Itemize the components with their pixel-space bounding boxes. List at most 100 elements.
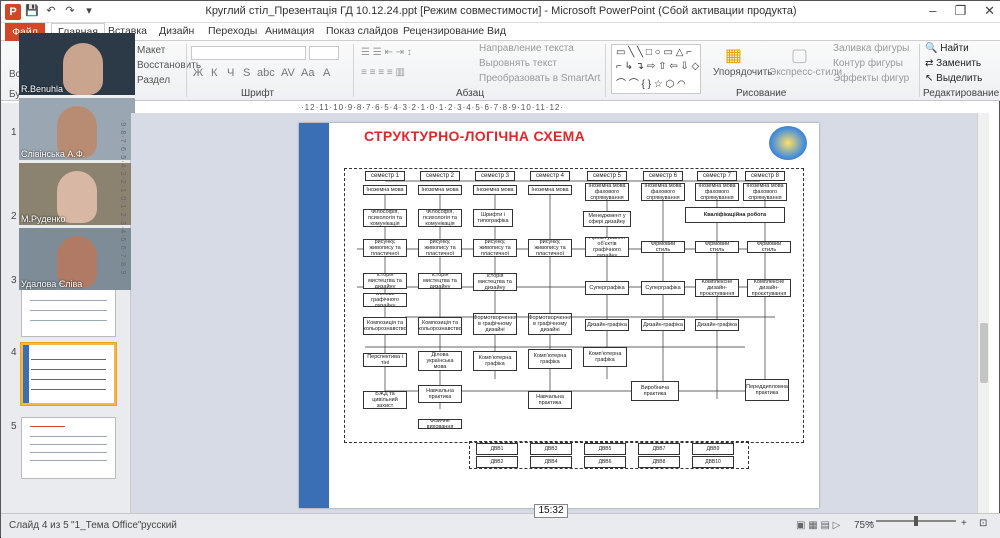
font-color-button[interactable]: A	[323, 67, 330, 79]
diagram-node: Комплексне дизайн-проєктування	[695, 279, 739, 297]
zoom-in-icon[interactable]: +	[961, 518, 967, 529]
participant-name: R.Benuhla	[21, 84, 64, 94]
list-buttons[interactable]: ☰ ☰ ⇤ ⇥ ↕	[361, 47, 412, 58]
diagram-node: Фізичне виховання	[418, 419, 462, 429]
tab-slideshow[interactable]: Показ слайдов	[326, 25, 398, 37]
arrange-icon: ▦	[725, 45, 743, 65]
diagram-node: Основи рисунку, живопису та пластичної а…	[363, 239, 407, 257]
layout-button[interactable]: Макет	[137, 45, 165, 56]
diagram-node: Іноземна мова	[473, 185, 517, 195]
diagram-node: Шрифти і типографіка	[473, 209, 513, 227]
slide-title: СТРУКТУРНО-ЛОГІЧНА СХЕМА	[364, 128, 586, 144]
diagram-node: Перспектива і тіні	[363, 353, 407, 367]
semester-header: семестр 6	[643, 171, 683, 181]
diagram-node: Іноземна мова фахового спрямування	[743, 183, 787, 201]
replace-label: Заменить	[936, 58, 982, 69]
tab-review[interactable]: Рецензирование	[403, 25, 484, 37]
diagram-node: Основи рисунку, живопису та пластичної а…	[418, 239, 462, 257]
ribbon-tabs: Файл Главная Вставка Дизайн Переходы Ани…	[1, 23, 1000, 41]
diagram-node: Комп'ютерна графіка	[528, 349, 572, 369]
diagram-node: Основи рисунку, живопису та пластичної а…	[528, 239, 572, 257]
shadow-button[interactable]: S	[243, 67, 250, 79]
align-text-button[interactable]: Выровнять текст	[479, 58, 557, 69]
participant-face	[63, 43, 103, 95]
shape-effects-button[interactable]: Эффекты фигур	[833, 73, 909, 84]
diagram-node: Історія мистецтва та дизайну	[418, 273, 462, 289]
paragraph-group-label: Абзац	[456, 88, 485, 99]
strike-button[interactable]: abc	[257, 67, 275, 79]
diagram-node: Фірмовий стиль	[747, 241, 791, 253]
diagram-node: Дизайн-графіка	[585, 319, 629, 331]
slide-number: 5	[11, 421, 17, 432]
slide[interactable]: СТРУКТУРНО-ЛОГІЧНА СХЕМА семестр 1 семес…	[299, 123, 819, 508]
zoom-out-icon[interactable]: −	[868, 518, 874, 529]
tab-design[interactable]: Дизайн	[159, 25, 194, 37]
diagram-node: Основи рисунку, живопису та пластичної а…	[473, 239, 517, 257]
restore-icon[interactable]: ❐	[954, 3, 966, 19]
tab-view[interactable]: Вид	[487, 25, 506, 37]
font-group-label: Шрифт	[241, 88, 274, 99]
diagram-node: Дизайн-графіка	[695, 319, 739, 331]
minimize-icon[interactable]: –	[929, 3, 936, 19]
elective-cell: ДВВ3	[530, 443, 572, 455]
select-label: Выделить	[936, 73, 983, 84]
powerpoint-window: P 💾 ↶ ↷ ▾ Круглий стіл_Презентація ГД 10…	[0, 0, 1000, 538]
tab-animation[interactable]: Анимация	[265, 25, 314, 37]
diagram-node: Філософія, психологія та комунікація	[363, 209, 407, 227]
vertical-ruler: ·9·8·7·6·5·4·3·2·1·0·1·2·3·4·5·6·7·8·9·	[119, 119, 126, 279]
quick-styles-button[interactable]: Экспресс-стили	[769, 67, 842, 78]
elective-cell: ДВВ7	[638, 443, 680, 455]
shape-outline-button[interactable]: Контур фигуры	[833, 58, 903, 69]
close-icon[interactable]: ✕	[984, 3, 995, 19]
diagram-node: Іноземна мова фахового спрямування	[641, 183, 685, 201]
case-button[interactable]: Aa	[301, 67, 314, 79]
elective-cell: ДВВ9	[692, 443, 734, 455]
tab-transitions[interactable]: Переходы	[208, 25, 257, 37]
underline-button[interactable]: Ч	[227, 67, 234, 79]
structural-logical-diagram: семестр 1 семестр 2 семестр 3 семестр 4 …	[344, 168, 804, 443]
arrange-button[interactable]: Упорядочить	[713, 67, 773, 78]
ribbon: Вс Бу Макет Восстановить Раздел Ж К Ч S …	[1, 41, 1000, 101]
clock-overlay: 15:32	[534, 504, 568, 518]
diagram-node: Проєктування об'єктів графічного дизайну	[585, 237, 629, 257]
italic-button[interactable]: К	[211, 67, 217, 79]
quick-styles-icon: ▢	[791, 45, 809, 65]
font-name-input[interactable]	[191, 46, 306, 60]
language[interactable]: русский	[141, 520, 177, 531]
view-buttons[interactable]: ▣ ▦ ▤ ▷	[796, 520, 840, 531]
title-bar: P 💾 ↶ ↷ ▾ Круглий стіл_Презентація ГД 10…	[1, 1, 1000, 23]
vertical-scrollbar[interactable]	[977, 113, 989, 513]
video-tile[interactable]: R.Benuhla	[19, 33, 135, 95]
spacing-button[interactable]: AV	[281, 67, 295, 79]
fit-slide-icon[interactable]: ⊡	[979, 518, 987, 529]
diagram-node: Іноземна мова фахового спрямування	[585, 183, 629, 201]
zoom-slider[interactable]	[876, 516, 956, 526]
slide-counter: Слайд 4 из 5	[9, 520, 69, 531]
window-controls: – ❐ ✕	[929, 3, 995, 19]
slide-thumbnail-3[interactable]	[21, 289, 116, 337]
elective-cell: ДВВ5	[584, 443, 626, 455]
find-button[interactable]: 🔍 Найти	[925, 43, 969, 54]
reset-button[interactable]: Восстановить	[137, 60, 201, 71]
bold-button[interactable]: Ж	[193, 67, 203, 79]
find-label: Найти	[940, 43, 969, 54]
select-button[interactable]: ↖ Выделить	[925, 73, 982, 84]
diagram-node: БЖД та цивільний захист	[363, 391, 407, 409]
scrollbar-thumb[interactable]	[980, 323, 988, 383]
section-button[interactable]: Раздел	[137, 75, 170, 86]
zoom-slider-knob[interactable]	[914, 516, 918, 526]
semester-header: семестр 4	[530, 171, 570, 181]
font-size-input[interactable]	[309, 46, 339, 60]
elective-cell: ДВВ6	[584, 456, 626, 468]
shape-fill-button[interactable]: Заливка фигуры	[833, 43, 909, 54]
smartart-button[interactable]: Преобразовать в SmartArt	[479, 73, 600, 84]
shapes-gallery[interactable]: ▭ ╲ ╲ □ ○ ▭ △ ⌐ ⌐ ↳ ↴ ⇨ ⇧ ⇦ ⇩ ◇ ⌒ ⌒ { } …	[611, 44, 701, 94]
diagram-node: Комплексне дизайн-проєктування	[747, 279, 791, 297]
diagram-node: Історія мистецтва та дизайну	[473, 273, 517, 291]
replace-button[interactable]: ⇄ Заменить	[925, 58, 981, 69]
diagram-node: Іноземна мова	[418, 185, 462, 195]
text-direction-button[interactable]: Направление текста	[479, 43, 574, 54]
slide-thumbnail-5[interactable]	[21, 417, 116, 479]
align-buttons[interactable]: ≡ ≡ ≡ ≡ ▥	[361, 67, 405, 78]
slide-thumbnail-4[interactable]	[21, 343, 116, 405]
